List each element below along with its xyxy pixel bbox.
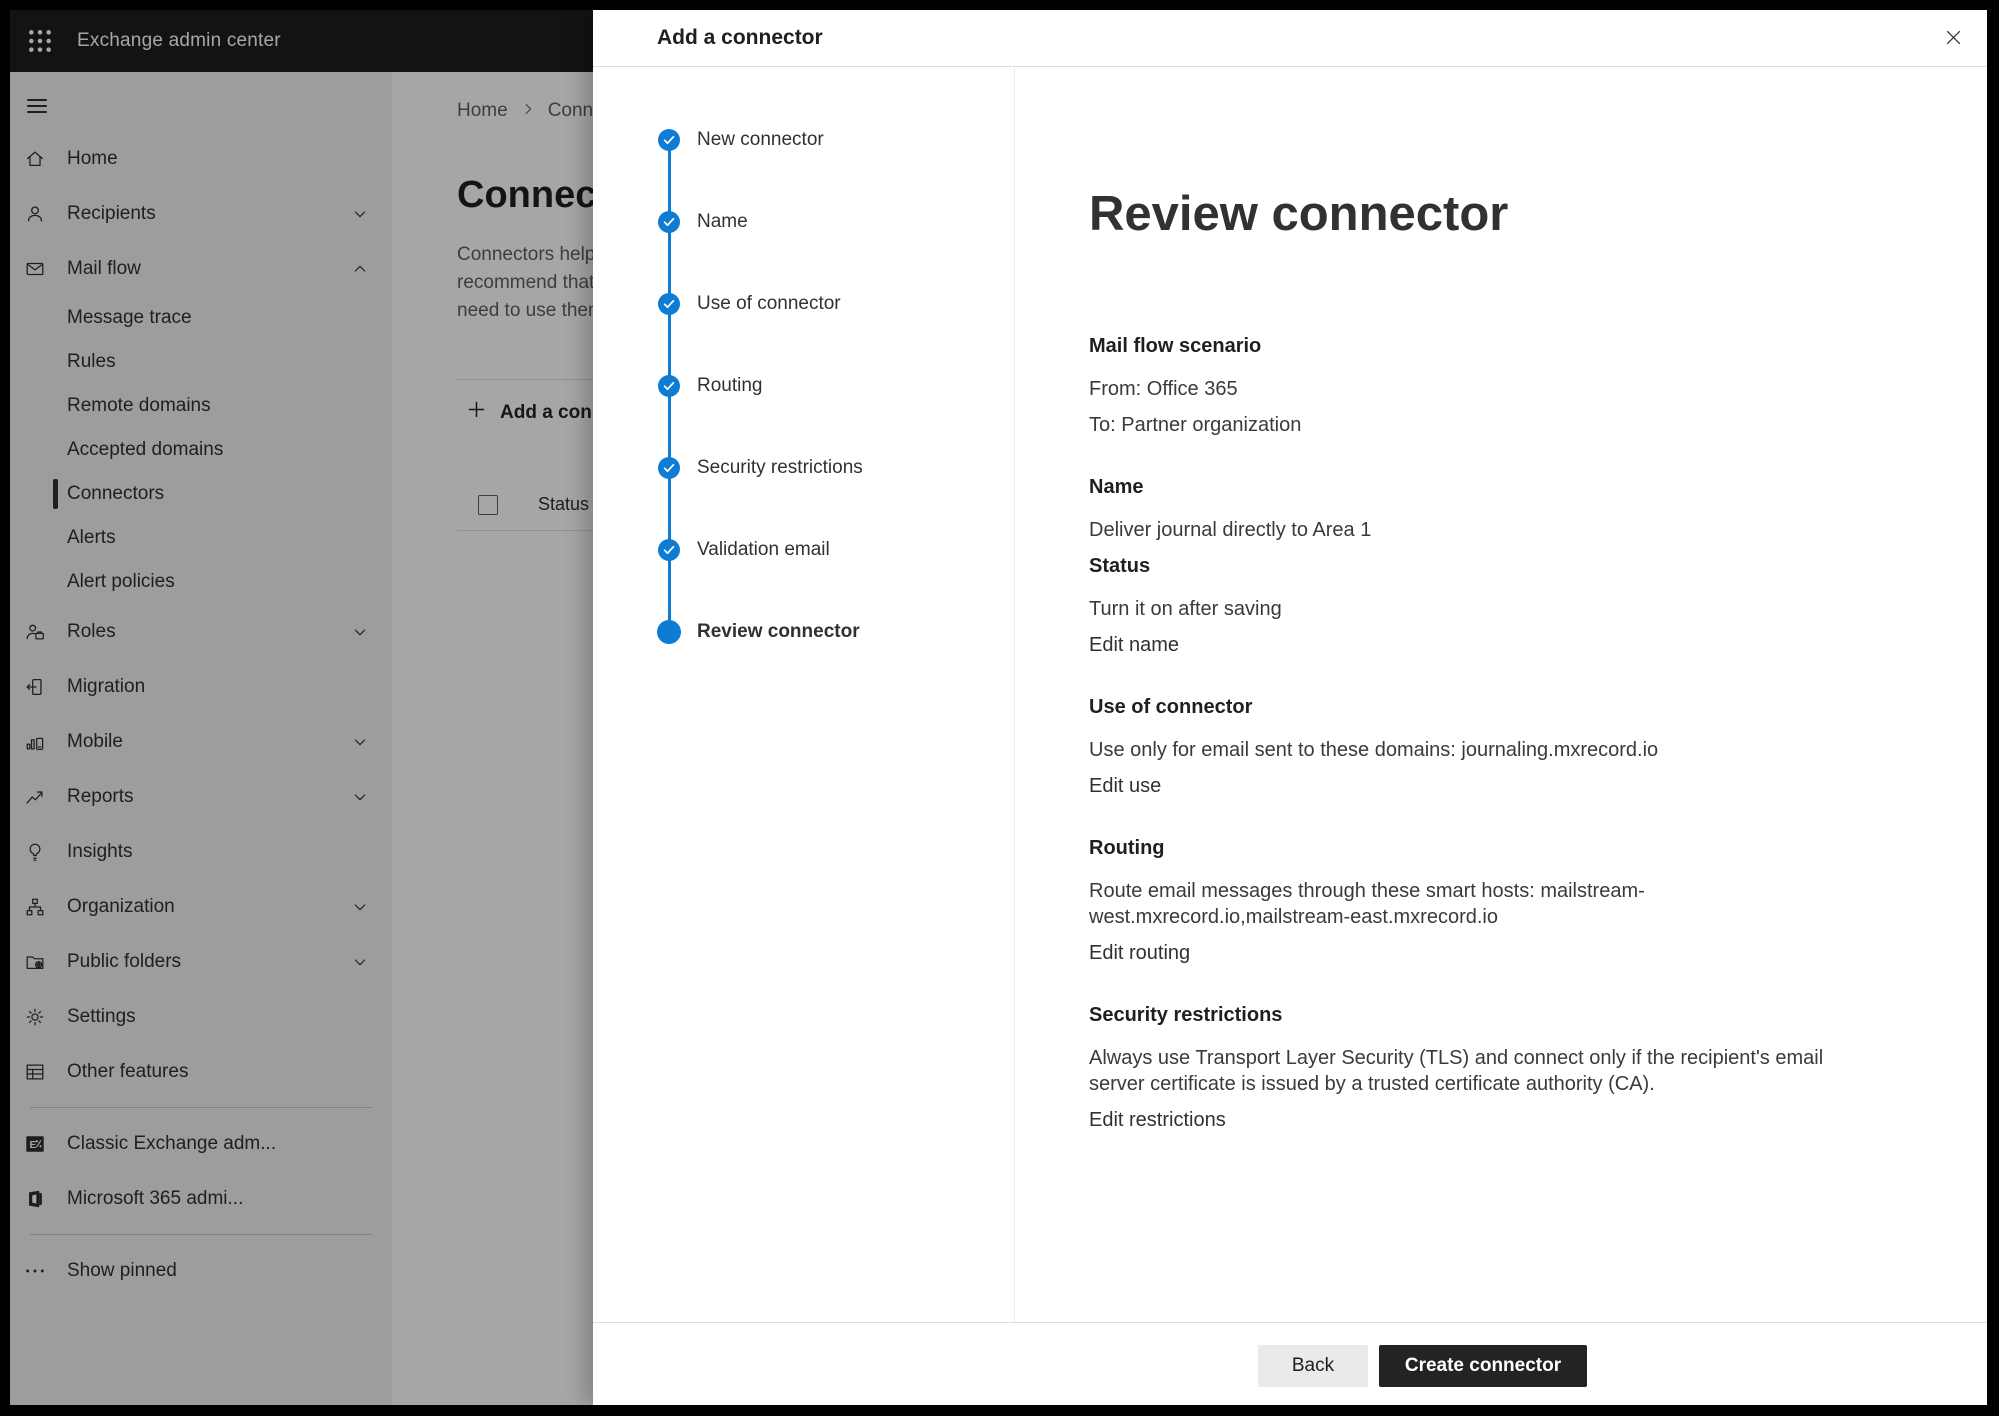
- section-title: Mail flow scenario: [1089, 333, 1881, 359]
- section-name: Name Deliver journal directly to Area 1 …: [1089, 474, 1881, 658]
- wizard-step-label: Review connector: [697, 620, 860, 644]
- mail-flow-to: To: Partner organization: [1089, 412, 1881, 438]
- close-button[interactable]: [1933, 19, 1973, 59]
- routing-value: Route email messages through these smart…: [1089, 878, 1881, 930]
- back-button[interactable]: Back: [1258, 1345, 1368, 1387]
- step-complete-check-icon: [658, 539, 680, 561]
- panel-header: Add a connector: [593, 10, 1987, 67]
- panel-title: Add a connector: [657, 26, 823, 50]
- step-complete-check-icon: [658, 375, 680, 397]
- name-value: Deliver journal directly to Area 1: [1089, 517, 1881, 543]
- review-heading: Review connector: [1089, 185, 1947, 243]
- section-title: Security restrictions: [1089, 1002, 1881, 1028]
- mail-flow-from: From: Office 365: [1089, 376, 1881, 402]
- use-value: Use only for email sent to these domains…: [1089, 737, 1881, 763]
- section-title: Use of connector: [1089, 694, 1881, 720]
- step-complete-check-icon: [658, 457, 680, 479]
- edit-restrictions-link[interactable]: Edit restrictions: [1089, 1107, 1226, 1133]
- section-security-restrictions: Security restrictions Always use Transpo…: [1089, 1002, 1881, 1133]
- wizard-steps: New connector Name Use of connector Rout…: [593, 67, 1015, 1322]
- close-icon: [1944, 28, 1963, 50]
- step-complete-check-icon: [658, 293, 680, 315]
- wizard-step-label: Security restrictions: [697, 456, 863, 480]
- status-value: Turn it on after saving: [1089, 596, 1881, 622]
- edit-name-link[interactable]: Edit name: [1089, 632, 1179, 658]
- section-mail-flow-scenario: Mail flow scenario From: Office 365 To: …: [1089, 333, 1881, 438]
- panel-body: New connector Name Use of connector Rout…: [593, 67, 1987, 1322]
- step-complete-check-icon: [658, 211, 680, 233]
- wizard-step-label: Use of connector: [697, 292, 841, 316]
- step-current-dot-icon: [657, 620, 681, 644]
- section-use-of-connector: Use of connector Use only for email sent…: [1089, 694, 1881, 799]
- wizard-step-label: Validation email: [697, 538, 830, 562]
- app-frame: Exchange admin center Home Recipients Ma…: [10, 10, 1987, 1405]
- section-routing: Routing Route email messages through the…: [1089, 835, 1881, 966]
- wizard-step-label: Routing: [697, 374, 763, 398]
- step-complete-check-icon: [658, 129, 680, 151]
- wizard-step-label: Name: [697, 210, 748, 234]
- add-connector-panel: Add a connector New connector Name Use o…: [593, 10, 1987, 1405]
- create-connector-button[interactable]: Create connector: [1379, 1345, 1587, 1387]
- panel-footer: Back Create connector: [593, 1322, 1987, 1405]
- security-value: Always use Transport Layer Security (TLS…: [1089, 1045, 1881, 1097]
- wizard-step-label: New connector: [697, 128, 824, 152]
- edit-use-link[interactable]: Edit use: [1089, 773, 1161, 799]
- review-content: Review connector Mail flow scenario From…: [1015, 67, 1987, 1322]
- status-subtitle: Status: [1089, 553, 1881, 579]
- section-title: Routing: [1089, 835, 1881, 861]
- edit-routing-link[interactable]: Edit routing: [1089, 940, 1190, 966]
- section-title: Name: [1089, 474, 1881, 500]
